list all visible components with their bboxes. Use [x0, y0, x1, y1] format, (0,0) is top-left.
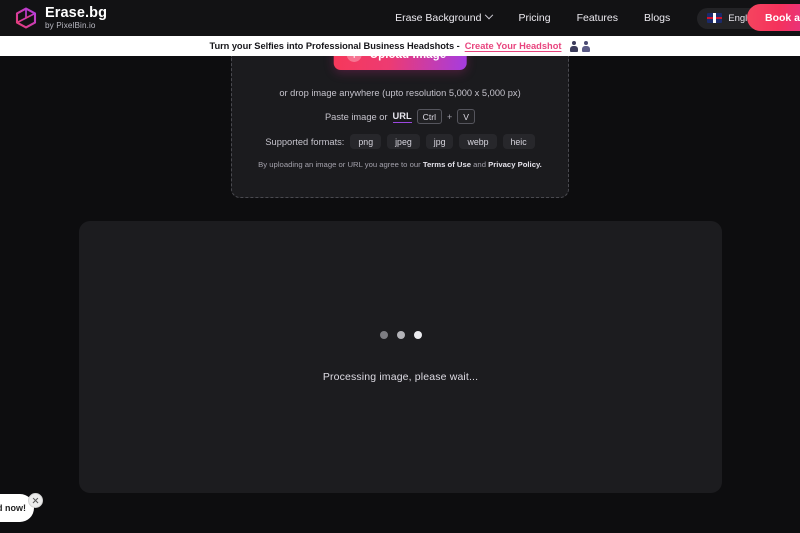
chevron-down-icon [485, 10, 494, 20]
terms-notice: By uploading an image or URL you agree t… [258, 160, 542, 169]
page-root: Erase.bg by PixelBin.io Erase Background… [0, 0, 800, 533]
format-chip-jpg: jpg [425, 134, 454, 149]
nav-item-blogs[interactable]: Blogs [631, 6, 683, 30]
chat-widget-close-button[interactable] [28, 493, 43, 508]
paste-row: Paste image or URL Ctrl + V [325, 109, 475, 124]
terms-prefix: By uploading an image or URL you agree t… [258, 160, 421, 169]
paste-url-link[interactable]: URL [392, 111, 412, 123]
book-button-label: Book a [764, 11, 800, 24]
person-icon [581, 40, 590, 52]
format-chip-heic: heic [502, 134, 535, 149]
drop-hint-text: or drop image anywhere (upto resolution … [279, 88, 521, 98]
paste-prefix-label: Paste image or [324, 111, 388, 122]
person-icon [569, 40, 578, 52]
loading-dot-1 [379, 331, 388, 339]
format-chip-png: png [350, 134, 382, 149]
upload-dropzone-card[interactable]: Upload Image or drop image anywhere (upt… [231, 39, 569, 198]
main-nav: Erase Background Pricing Features Blogs … [382, 6, 782, 30]
promo-banner: Turn your Selfies into Professional Busi… [0, 36, 800, 56]
terms-of-use-link[interactable]: Terms of Use [423, 160, 471, 169]
brand-logo[interactable]: Erase.bg by PixelBin.io [14, 4, 108, 31]
nav-item-erase-background[interactable]: Erase Background [382, 6, 505, 30]
nav-label: Features [576, 12, 618, 24]
loading-dot-3 [413, 331, 422, 339]
terms-and: and [473, 160, 486, 169]
book-a-demo-button[interactable]: Book a [746, 4, 800, 31]
loading-dot-2 [396, 331, 405, 339]
chat-widget-text: d now! [0, 503, 26, 513]
nav-item-features[interactable]: Features [564, 6, 631, 30]
close-icon [32, 497, 39, 504]
uk-flag-icon [707, 13, 723, 23]
key-plus-separator: + [447, 111, 453, 122]
cube-logo-icon [14, 6, 38, 30]
site-header: Erase.bg by PixelBin.io Erase Background… [0, 0, 800, 36]
nav-item-pricing[interactable]: Pricing [505, 6, 563, 30]
loading-dots [379, 331, 422, 339]
supported-formats-label: Supported formats: [265, 136, 345, 147]
processing-panel: Processing image, please wait... [79, 221, 722, 493]
brand-subtitle: by PixelBin.io [45, 20, 96, 30]
nav-label: Blogs [644, 12, 671, 24]
key-ctrl: Ctrl [416, 109, 442, 124]
supported-formats-row: Supported formats: png jpeg jpg webp hei… [265, 134, 535, 149]
create-headshot-link[interactable]: Create Your Headshot [465, 41, 562, 51]
promo-text: Turn your Selfies into Professional Busi… [209, 41, 460, 51]
key-v: V [457, 109, 475, 124]
processing-status-text: Processing image, please wait... [322, 371, 479, 383]
nav-label: Pricing [518, 12, 551, 24]
format-chip-jpeg: jpeg [387, 134, 420, 149]
main-content: Upload Image or drop image anywhere (upt… [0, 39, 800, 533]
nav-label: Erase Background [395, 12, 482, 24]
format-chip-webp: webp [459, 134, 497, 149]
privacy-policy-link[interactable]: Privacy Policy. [488, 160, 542, 169]
brand-title: Erase.bg [45, 4, 108, 21]
promo-avatars [569, 40, 590, 52]
